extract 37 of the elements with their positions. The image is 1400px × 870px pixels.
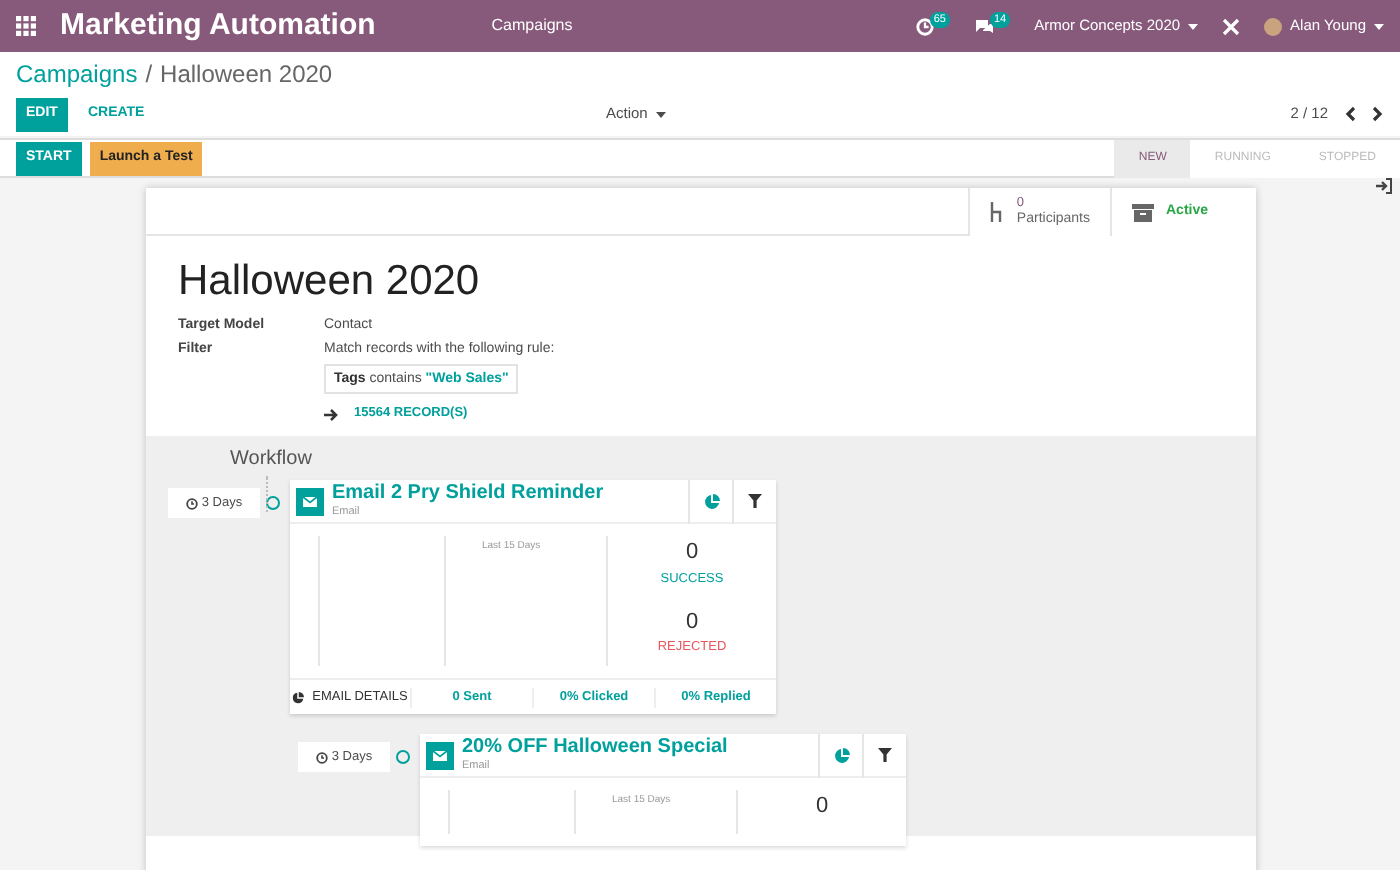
breadcrumb-link[interactable]: Campaigns [16,56,138,92]
campaign-title: Halloween 2020 [178,256,482,307]
clock-icon [185,497,198,510]
pie-chart-icon [833,747,849,764]
envelope-icon [426,741,454,770]
pie-chart-icon [292,691,305,704]
breadcrumb-current: Halloween 2020 [160,58,333,92]
caret-icon [1188,23,1199,29]
pie-chart-icon [703,493,719,510]
caret-icon [655,111,666,117]
trigger-node [396,750,410,765]
apps-menu-icon[interactable] [16,16,36,36]
breadcrumb-separator: / [145,58,153,92]
next-icon[interactable] [1372,106,1384,122]
success-count: 0 [683,538,701,569]
archive-icon [1132,203,1154,221]
clock-icon [315,751,328,764]
chat-icon[interactable] [973,17,994,35]
rejected-count: 0 [683,607,701,638]
activity-name[interactable]: 20% OFF Halloween Special [462,737,818,758]
envelope-icon [296,487,324,516]
menu-item[interactable]: Campaigns [491,14,573,38]
filter-icon [878,748,892,763]
tools-icon[interactable] [1222,17,1241,35]
activity-name[interactable]: Email 2 Pry Shield Reminder [332,483,688,504]
app-title: Marketing Automation [60,5,376,46]
workflow-title: Workflow [230,446,314,473]
success-count: 0 [813,792,831,823]
person-icon [990,202,1005,222]
arrow-icon [324,407,338,422]
trigger-node [266,496,280,511]
clock-icon[interactable] [915,17,934,35]
previous-icon[interactable] [1344,106,1356,122]
avatar-icon [1264,17,1283,35]
filter-icon [748,494,762,509]
sign-in-icon[interactable] [1376,178,1392,194]
caret-icon [1374,23,1384,29]
